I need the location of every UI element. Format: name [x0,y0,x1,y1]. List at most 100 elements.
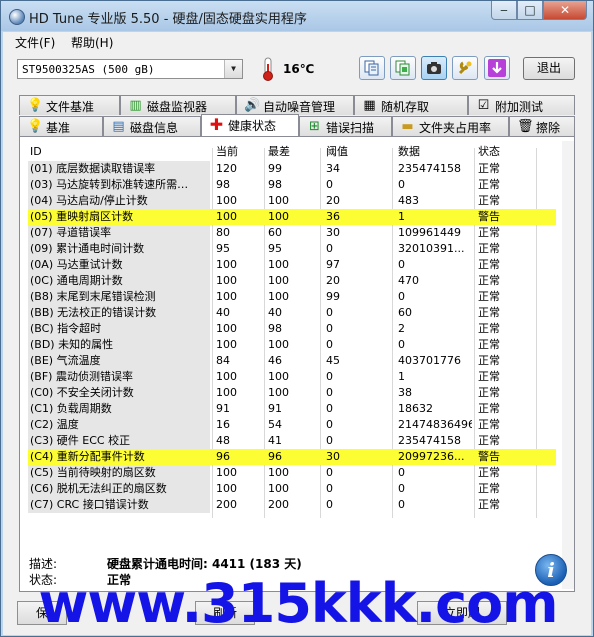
cell-current: 100 [216,482,237,495]
cell-data: 18632 [398,402,433,415]
cell-threshold: 30 [326,450,340,463]
cell-threshold: 99 [326,290,340,303]
table-row[interactable]: (C5) 当前待映射的扇区数 100 100 0 0 正常 [28,465,556,481]
cell-id: (09) 累计通电时间计数 [28,241,210,257]
minimize-button[interactable]: ‒ [491,1,517,20]
scan-icon: ⊞ [309,119,320,134]
table-row[interactable]: (C1) 负载周期数 91 91 0 18632 正常 [28,401,556,417]
cell-threshold: 0 [326,338,333,351]
temperature-readout: 16℃ [283,62,315,76]
table-row[interactable]: (BD) 未知的属性 100 100 0 0 正常 [28,337,556,353]
table-row[interactable]: (01) 底层数据读取错误率 120 99 34 235474158 正常 [28,161,556,177]
cell-threshold: 30 [326,226,340,239]
window-title: HD Tune 专业版 5.50 - 硬盘/固态硬盘实用程序 [29,12,307,27]
table-row[interactable]: (C0) 不安全关闭计数 100 100 0 38 正常 [28,385,556,401]
copy-text-icon [364,60,379,76]
monitor-chart-icon: ▥ [129,98,142,113]
col-header-id[interactable]: ID [30,144,42,160]
tab-label: 基准 [46,121,71,135]
copy-text-button[interactable] [359,56,385,80]
cell-current: 91 [216,402,230,415]
cell-status: 正常 [478,306,500,319]
tab-aam[interactable]: 🔊 自动噪音管理 [236,95,354,115]
table-row[interactable]: (C6) 脱机无法纠正的扇区数 100 100 0 0 正常 [28,481,556,497]
cell-data: 32010391... [398,242,465,255]
menu-help[interactable]: 帮助(H) [71,34,113,51]
save-button[interactable] [484,56,510,80]
cell-data: 60 [398,306,412,319]
tab-benchmark[interactable]: 💡 基准 [19,116,103,136]
tab-random-access[interactable]: ▦ 随机存取 [354,95,468,115]
cell-threshold: 20 [326,274,340,287]
tab-error-scan[interactable]: ⊞ 错误扫描 [299,116,392,136]
cell-status: 正常 [478,242,500,255]
cell-data: 403701776 [398,354,461,367]
tab-folder-usage[interactable]: ▬ 文件夹占用率 [392,116,509,136]
drive-select-value: ST9500325AS (500 gB) [22,63,155,76]
cell-id: (C3) 硬件 ECC 校正 [28,433,210,449]
table-row[interactable]: (C3) 硬件 ECC 校正 48 41 0 235474158 正常 [28,433,556,449]
table-row[interactable]: (BE) 气流温度 84 46 45 403701776 正常 [28,353,556,369]
cell-id: (C4) 重新分配事件计数 [28,449,210,465]
tab-disk-monitor[interactable]: ▥ 磁盘监视器 [120,95,236,115]
col-header-current[interactable]: 当前 [216,144,260,160]
cell-data: 0 [398,498,405,511]
table-row[interactable]: (BF) 震动侦测错误率 100 100 0 1 正常 [28,369,556,385]
cell-data: 483 [398,194,419,207]
tab-label: 文件基准 [46,100,95,114]
table-row[interactable]: (04) 马达启动/停止计数 100 100 20 483 正常 [28,193,556,209]
table-row[interactable]: (0A) 马达重试计数 100 100 97 0 正常 [28,257,556,273]
cell-status: 警告 [478,210,500,223]
col-header-threshold[interactable]: 阈值 [326,144,386,160]
cell-current: 100 [216,258,237,271]
cell-id: (01) 底层数据读取错误率 [28,161,210,177]
cell-worst: 54 [268,418,282,431]
table-row[interactable]: (B8) 末尾到末尾错误检测 100 100 99 0 正常 [28,289,556,305]
table-row[interactable]: (C7) CRC 接口错误计数 200 200 0 0 正常 [28,497,556,513]
table-row[interactable]: (07) 寻道错误率 80 60 30 109961449 正常 [28,225,556,241]
bulb-icon: 💡 [27,119,44,134]
menu-file[interactable]: 文件(F) [15,34,55,51]
tab-health[interactable]: ✚ 健康状态 [201,114,299,136]
table-row-warning[interactable]: (C4) 重新分配事件计数 96 96 30 20997236... 警告 [28,449,556,465]
table-row-warning[interactable]: (05) 重映射扇区计数 100 100 36 1 警告 [28,209,556,225]
options-button[interactable] [452,56,478,80]
screenshot-button[interactable] [421,56,447,80]
tab-disk-info[interactable]: ▤ 磁盘信息 [103,116,201,136]
table-row[interactable]: (C2) 温度 16 54 0 21474836496 正常 [28,417,556,433]
tab-extra-tests[interactable]: ☑ 附加测试 [468,95,575,115]
table-row[interactable]: (09) 累计通电时间计数 95 95 0 32010391... 正常 [28,241,556,257]
col-header-data[interactable]: 数据 [398,144,472,160]
cell-data: 0 [398,466,405,479]
table-row[interactable]: (BC) 指令超时 100 98 0 2 正常 [28,321,556,337]
copy-info-icon [395,60,410,76]
tab-label: 擦除 [536,121,561,135]
table-header: ID 当前 最差 阈值 数据 状态 [28,143,556,159]
cell-id: (BB) 无法校正的错误计数 [28,305,210,321]
table-row[interactable]: (03) 马达旋转到标准转速所需… 98 98 0 0 正常 [28,177,556,193]
title-bar[interactable]: HD Tune 专业版 5.50 - 硬盘/固态硬盘实用程序 ‒ □ ✕ [1,1,593,31]
table-scrollbar[interactable] [562,141,574,589]
tab-erase[interactable]: 🗑 擦除 [509,116,575,136]
maximize-button[interactable]: □ [517,1,543,20]
cell-threshold: 36 [326,210,340,223]
col-header-status[interactable]: 状态 [478,144,528,160]
cell-current: 100 [216,322,237,335]
cell-status: 正常 [478,434,500,447]
copy-info-button[interactable] [390,56,416,80]
tab-label: 磁盘监视器 [147,100,208,114]
cell-status: 正常 [478,386,500,399]
tab-file-benchmark[interactable]: 💡 文件基准 [19,95,120,115]
close-button[interactable]: ✕ [543,1,587,20]
cell-status: 正常 [478,258,500,271]
cell-id: (04) 马达启动/停止计数 [28,193,210,209]
table-row[interactable]: (0C) 通电周期计数 100 100 20 470 正常 [28,273,556,289]
drive-select[interactable]: ST9500325AS (500 gB) ▼ [17,59,243,79]
tab-label: 附加测试 [495,100,544,114]
col-header-worst[interactable]: 最差 [268,144,312,160]
cell-current: 95 [216,242,230,255]
cell-status: 正常 [478,402,500,415]
exit-button[interactable]: 退出 [523,57,575,80]
description-value: 硬盘累计通电时间: 4411 (183 天) [107,557,302,571]
table-row[interactable]: (BB) 无法校正的错误计数 40 40 0 60 正常 [28,305,556,321]
